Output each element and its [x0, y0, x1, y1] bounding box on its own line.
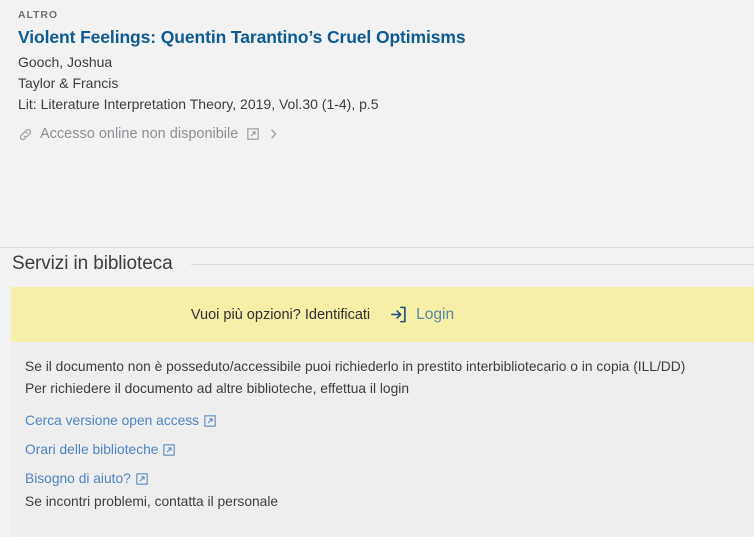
service-note-login: Per richiedere il documento ad altre bib… [25, 380, 409, 396]
link-icon [18, 127, 33, 142]
service-link-row-open-access: Cerca versione open access [25, 411, 754, 431]
record-type-label: ALTRO [18, 9, 58, 21]
signin-banner: Vuoi più opzioni? Identificati Login [11, 287, 754, 342]
record-source: Lit: Literature Interpretation Theory, 2… [18, 96, 379, 112]
open-access-link[interactable]: Cerca versione open access [25, 411, 216, 431]
library-hours-link[interactable]: Orari delle biblioteche [25, 440, 176, 460]
login-icon [389, 305, 408, 324]
services-heading-row: Servizi in biblioteca [0, 247, 754, 281]
external-link-icon [247, 128, 259, 140]
services-heading: Servizi in biblioteca [12, 253, 173, 274]
service-link-row-help: Bisogno di aiuto? Se incontri problemi, … [25, 469, 754, 512]
record-publisher: Taylor & Francis [18, 75, 119, 91]
services-body: Se il documento non è posseduto/accessib… [11, 342, 754, 537]
library-hours-link-label: Orari delle biblioteche [25, 442, 159, 457]
external-link-icon [136, 473, 148, 485]
external-link-icon [163, 444, 176, 456]
heading-rule [190, 263, 754, 265]
online-availability-label: Accesso online non disponibile [40, 126, 239, 142]
external-link-icon [204, 415, 216, 427]
service-note-ill: Se il documento non è posseduto/accessib… [25, 359, 686, 374]
login-button-label: Login [416, 305, 455, 323]
record-author: Gooch, Joshua [18, 54, 113, 70]
record-brief: ALTRO Violent Feelings: Quentin Tarantin… [0, 0, 754, 142]
open-access-link-label: Cerca versione open access [25, 413, 200, 428]
library-services-section: Servizi in biblioteca Vuoi più opzioni? … [0, 247, 754, 537]
help-link-subtext: Se incontri problemi, contatta il person… [25, 494, 279, 509]
help-link[interactable]: Bisogno di aiuto? [25, 469, 148, 489]
service-links-list: Cerca versione open access Orari delle b [25, 411, 754, 512]
help-link-label: Bisogno di aiuto? [25, 471, 131, 486]
login-button[interactable]: Login [387, 303, 456, 326]
record-services-page: ALTRO Violent Feelings: Quentin Tarantin… [0, 0, 754, 537]
chevron-right-icon[interactable] [269, 128, 279, 140]
service-link-row-library-hours: Orari delle biblioteche [25, 440, 754, 460]
record-title[interactable]: Violent Feelings: Quentin Tarantino’s Cr… [18, 26, 738, 49]
online-availability-row[interactable]: Accesso online non disponibile [18, 126, 738, 142]
signin-prompt: Vuoi più opzioni? Identificati [190, 306, 371, 323]
